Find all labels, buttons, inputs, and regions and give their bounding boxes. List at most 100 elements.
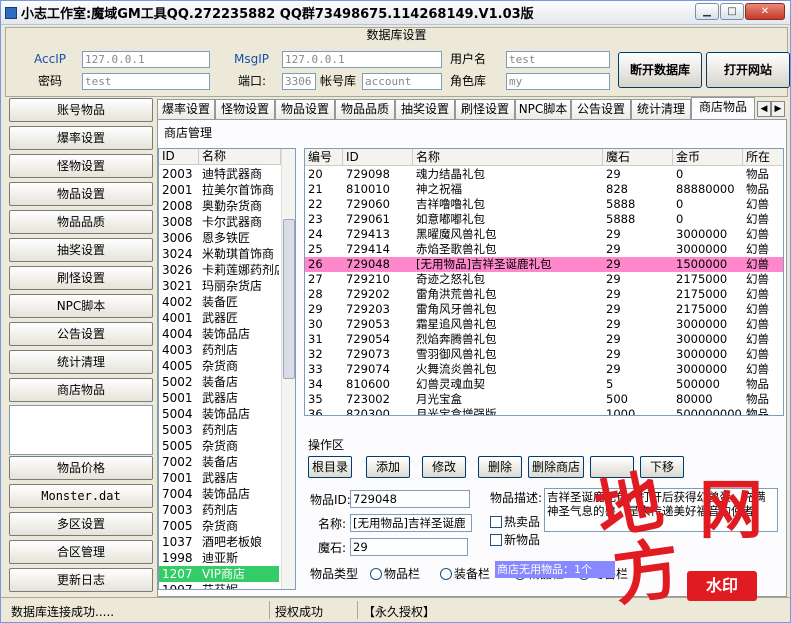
- grid-row[interactable]: 30 729053 霜星追风兽礼包 29 3000000 幻兽: [305, 317, 783, 332]
- grid-row[interactable]: 20 729098 魂力结晶礼包 29 0 物品: [305, 167, 783, 182]
- delete-shop-button[interactable]: 删除商店: [528, 456, 584, 478]
- shop-list-row[interactable]: 1997 艾芬妮: [159, 582, 279, 589]
- grid-header-gold[interactable]: 金币: [673, 149, 743, 166]
- sidebar-merge-zone[interactable]: 合区管理: [9, 540, 153, 564]
- modify-button[interactable]: 修改: [422, 456, 466, 478]
- port-input[interactable]: 3306: [282, 73, 316, 90]
- sidebar-announcement[interactable]: 公告设置: [9, 322, 153, 346]
- tab-scroll-right-icon[interactable]: ▶: [771, 101, 785, 117]
- sidebar-monster-dat[interactable]: Monster.dat: [9, 484, 153, 508]
- shop-list-row[interactable]: 7004 装饰品店: [159, 486, 279, 502]
- grid-row[interactable]: 32 729073 雪羽御风兽礼包 29 3000000 幻兽: [305, 347, 783, 362]
- grid-row[interactable]: 31 729054 烈焰奔腾兽礼包 29 3000000 幻兽: [305, 332, 783, 347]
- shop-list-row[interactable]: 2001 拉美尔首饰商: [159, 182, 279, 198]
- sidebar-changelog[interactable]: 更新日志: [9, 568, 153, 592]
- shop-list-scroll-thumb[interactable]: [283, 219, 295, 379]
- shop-list-row[interactable]: 4001 武器匠: [159, 310, 279, 326]
- tab-shop-items[interactable]: 商店物品: [691, 97, 755, 119]
- tab-scroll-left-icon[interactable]: ◀: [757, 101, 771, 117]
- grid-row[interactable]: 33 729074 火舞流炎兽礼包 29 3000000 幻兽: [305, 362, 783, 377]
- role-db-input[interactable]: my: [506, 73, 610, 90]
- sidebar-item-price[interactable]: 物品价格: [9, 456, 153, 480]
- grid-row[interactable]: 24 729413 黑曜魔风兽礼包 29 3000000 幻兽: [305, 227, 783, 242]
- sidebar-drop-rate[interactable]: 爆率设置: [9, 126, 153, 150]
- grid-row[interactable]: 21 810010 神之祝福 828 88880000 物品: [305, 182, 783, 197]
- accip-input[interactable]: 127.0.0.1: [82, 51, 210, 68]
- password-input[interactable]: test: [82, 73, 210, 90]
- grid-row[interactable]: 35 723002 月光宝盒 500 80000 物品: [305, 392, 783, 407]
- shop-list-row[interactable]: 7003 药剂店: [159, 502, 279, 518]
- grid-header-location[interactable]: 所在: [743, 149, 783, 166]
- tab-item[interactable]: 物品设置: [275, 99, 335, 119]
- tab-announcement[interactable]: 公告设置: [571, 99, 631, 119]
- tab-quality[interactable]: 物品品质: [335, 99, 395, 119]
- equip-bar-radio[interactable]: [440, 568, 452, 580]
- grid-row[interactable]: 26 729048 [无用物品]吉祥圣诞鹿礼包 29 1500000 幻兽: [305, 257, 783, 272]
- add-button[interactable]: 添加: [366, 456, 410, 478]
- sidebar-item-settings[interactable]: 物品设置: [9, 182, 153, 206]
- sidebar-multi-zone[interactable]: 多区设置: [9, 512, 153, 536]
- shop-list-scrollbar[interactable]: [281, 149, 295, 589]
- grid-row[interactable]: 29 729203 雷角风牙兽礼包 29 2175000 幻兽: [305, 302, 783, 317]
- sidebar-shop-items[interactable]: 商店物品: [9, 378, 153, 402]
- msgip-input[interactable]: 127.0.0.1: [282, 51, 442, 68]
- grid-header-mana[interactable]: 魔石: [603, 149, 673, 166]
- shop-list-row[interactable]: 5001 武器店: [159, 390, 279, 406]
- shop-list-row[interactable]: 1998 迪亚斯: [159, 550, 279, 566]
- shop-list-row[interactable]: 5003 药剂店: [159, 422, 279, 438]
- grid-row[interactable]: 36 820300 月光宝盒增强版 1000 500000000 物品: [305, 407, 783, 415]
- grid-row[interactable]: 22 729060 吉祥噜噜礼包 5888 0 幻兽: [305, 197, 783, 212]
- shop-list-row[interactable]: 3008 卡尔武器商: [159, 214, 279, 230]
- item-id-input[interactable]: 729048: [350, 490, 470, 508]
- shop-list-row[interactable]: 4002 装备匠: [159, 294, 279, 310]
- shop-list-header-name[interactable]: 名称: [199, 149, 281, 165]
- open-website-button[interactable]: 打开网站: [706, 52, 790, 88]
- sidebar-stats-cleanup[interactable]: 统计清理: [9, 350, 153, 374]
- tab-spawn[interactable]: 刷怪设置: [455, 99, 515, 119]
- grid-header-name[interactable]: 名称: [413, 149, 603, 166]
- shop-list-row[interactable]: 3024 米勒琪首饰商: [159, 246, 279, 262]
- minimize-button[interactable]: ▁: [695, 3, 719, 20]
- sidebar-spawn[interactable]: 刷怪设置: [9, 266, 153, 290]
- mana-input[interactable]: 29: [350, 538, 468, 556]
- maximize-button[interactable]: □: [720, 3, 744, 20]
- shop-list-row[interactable]: 1207 VIP商店: [159, 566, 279, 582]
- shop-list-row[interactable]: 4003 药剂店: [159, 342, 279, 358]
- grid-header-no[interactable]: 编号: [305, 149, 343, 166]
- shop-list-row[interactable]: 4004 装饰品店: [159, 326, 279, 342]
- username-input[interactable]: test: [506, 51, 610, 68]
- sidebar-lottery[interactable]: 抽奖设置: [9, 238, 153, 262]
- close-button[interactable]: ✕: [745, 3, 785, 20]
- tab-drop-rate[interactable]: 爆率设置: [157, 99, 215, 119]
- tab-stats[interactable]: 统计清理: [631, 99, 691, 119]
- tab-npc-script[interactable]: NPC脚本: [515, 99, 571, 119]
- shop-list-row[interactable]: 5004 装饰品店: [159, 406, 279, 422]
- account-db-input[interactable]: account: [362, 73, 442, 90]
- new-item-checkbox[interactable]: [490, 534, 502, 546]
- shop-list-row[interactable]: 3021 玛丽杂货店: [159, 278, 279, 294]
- shop-list-row[interactable]: 5002 装备店: [159, 374, 279, 390]
- shop-list-row[interactable]: 3026 卡莉莲娜药剂店: [159, 262, 279, 278]
- shop-list-row[interactable]: 7002 装备店: [159, 454, 279, 470]
- shop-list-header-id[interactable]: ID: [159, 149, 199, 165]
- sidebar-npc-script[interactable]: NPC脚本: [9, 294, 153, 318]
- shop-list-row[interactable]: 5005 杂货商: [159, 438, 279, 454]
- root-dir-button[interactable]: 根目录: [308, 456, 352, 478]
- grid-row[interactable]: 23 729061 如意嘟嘟礼包 5888 0 幻兽: [305, 212, 783, 227]
- grid-row[interactable]: 28 729202 雷角洪荒兽礼包 29 2175000 幻兽: [305, 287, 783, 302]
- grid-row[interactable]: 25 729414 赤焰圣歌兽礼包 29 3000000 幻兽: [305, 242, 783, 257]
- item-bar-radio[interactable]: [370, 568, 382, 580]
- grid-header-id[interactable]: ID: [343, 149, 413, 166]
- grid-row[interactable]: 34 810600 幻兽灵魂血契 5 500000 物品: [305, 377, 783, 392]
- shop-list-row[interactable]: 2008 奥勤杂货商: [159, 198, 279, 214]
- grid-row[interactable]: 27 729210 奇迹之怒礼包 29 2175000 幻兽: [305, 272, 783, 287]
- hot-item-checkbox[interactable]: [490, 516, 502, 528]
- shop-list-row[interactable]: 7001 武器店: [159, 470, 279, 486]
- tab-lottery[interactable]: 抽奖设置: [395, 99, 455, 119]
- disconnect-db-button[interactable]: 断开数据库: [618, 52, 702, 88]
- delete-button[interactable]: 删除: [478, 456, 522, 478]
- shop-list-row[interactable]: 7005 杂货商: [159, 518, 279, 534]
- sidebar-account-items[interactable]: 账号物品: [9, 98, 153, 122]
- shop-list-row[interactable]: 3006 恩多铁匠: [159, 230, 279, 246]
- item-name-input[interactable]: [无用物品]吉祥圣诞鹿: [350, 514, 472, 532]
